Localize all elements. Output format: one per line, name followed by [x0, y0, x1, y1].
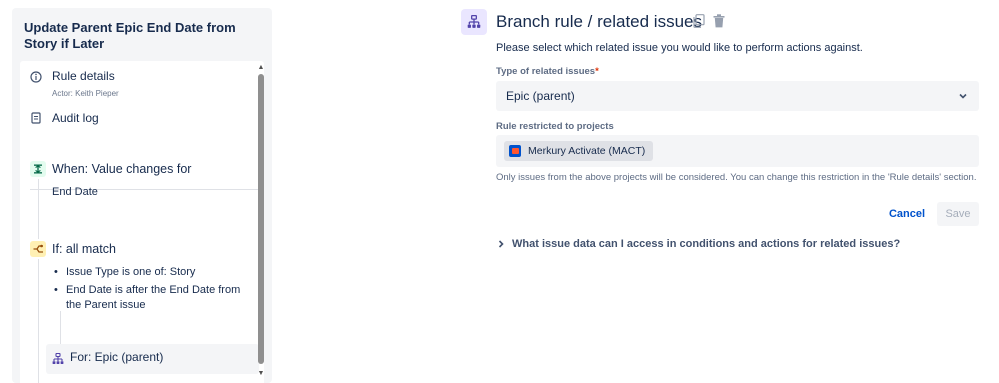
- rule-actor: Actor: Keith Pieper: [52, 89, 119, 98]
- projects-field-label: Rule restricted to projects: [496, 121, 614, 132]
- branch-description: Please select which related issue you wo…: [496, 42, 863, 54]
- projects-field[interactable]: Merkury Activate (MACT): [496, 135, 979, 167]
- save-button[interactable]: Save: [937, 202, 979, 226]
- related-issues-help-expander[interactable]: What issue data can I access in conditio…: [496, 238, 900, 250]
- type-field-label: Type of related issues*: [496, 66, 599, 77]
- trigger-label[interactable]: When: Value changes for: [52, 162, 191, 176]
- project-avatar-icon: [509, 145, 521, 157]
- title-actions: [693, 14, 727, 30]
- project-tag-label: Merkury Activate (MACT): [528, 145, 646, 157]
- condition-item: Issue Type is one of: Story: [54, 265, 195, 280]
- condition-item: End Date is after the End Date from: [54, 283, 240, 298]
- trigger-icon: [30, 161, 46, 177]
- copy-icon[interactable]: [693, 14, 707, 30]
- rule-title: Update Parent Epic End Date from Story i…: [24, 20, 236, 51]
- page-title: Branch rule / related issues: [496, 12, 702, 31]
- branch-icon: [461, 9, 487, 35]
- expander-label: What issue data can I access in conditio…: [512, 238, 901, 250]
- branch-label: For: Epic (parent): [70, 350, 164, 364]
- condition-item-continued: the Parent issue: [66, 299, 146, 311]
- trigger-value: End Date: [52, 186, 98, 198]
- condition-icon: [30, 241, 46, 257]
- chevron-down-icon: [957, 90, 969, 102]
- cancel-button[interactable]: Cancel: [884, 202, 930, 226]
- project-tag[interactable]: Merkury Activate (MACT): [504, 141, 654, 161]
- trash-icon[interactable]: [713, 14, 727, 30]
- type-label-text: Type of related issues: [496, 66, 596, 77]
- audit-log-icon: [29, 111, 43, 125]
- branch-step[interactable]: For: Epic (parent): [46, 344, 259, 374]
- chevron-right-icon: [496, 239, 506, 249]
- scroll-up-arrow[interactable]: ▲: [256, 64, 266, 72]
- select-value: Epic (parent): [506, 89, 575, 103]
- connector-line: [60, 311, 61, 344]
- projects-helper-text: Only issues from the above projects will…: [496, 172, 977, 183]
- rule-steps-card: Rule details Actor: Keith Pieper Audit l…: [20, 61, 264, 383]
- connector-line: [38, 259, 39, 383]
- rule-sidebar: Update Parent Epic End Date from Story i…: [12, 8, 272, 383]
- condition-label[interactable]: If: all match: [52, 242, 116, 256]
- scrollbar-thumb[interactable]: [258, 74, 264, 364]
- connector-line: [38, 179, 39, 239]
- info-icon: [29, 70, 43, 84]
- audit-log-link[interactable]: Audit log: [52, 111, 99, 125]
- related-issue-type-select[interactable]: Epic (parent): [496, 81, 979, 111]
- branch-icon: [52, 352, 66, 366]
- required-marker: *: [595, 66, 599, 77]
- rule-details-link[interactable]: Rule details: [52, 69, 115, 83]
- scroll-down-arrow[interactable]: ▼: [256, 370, 266, 378]
